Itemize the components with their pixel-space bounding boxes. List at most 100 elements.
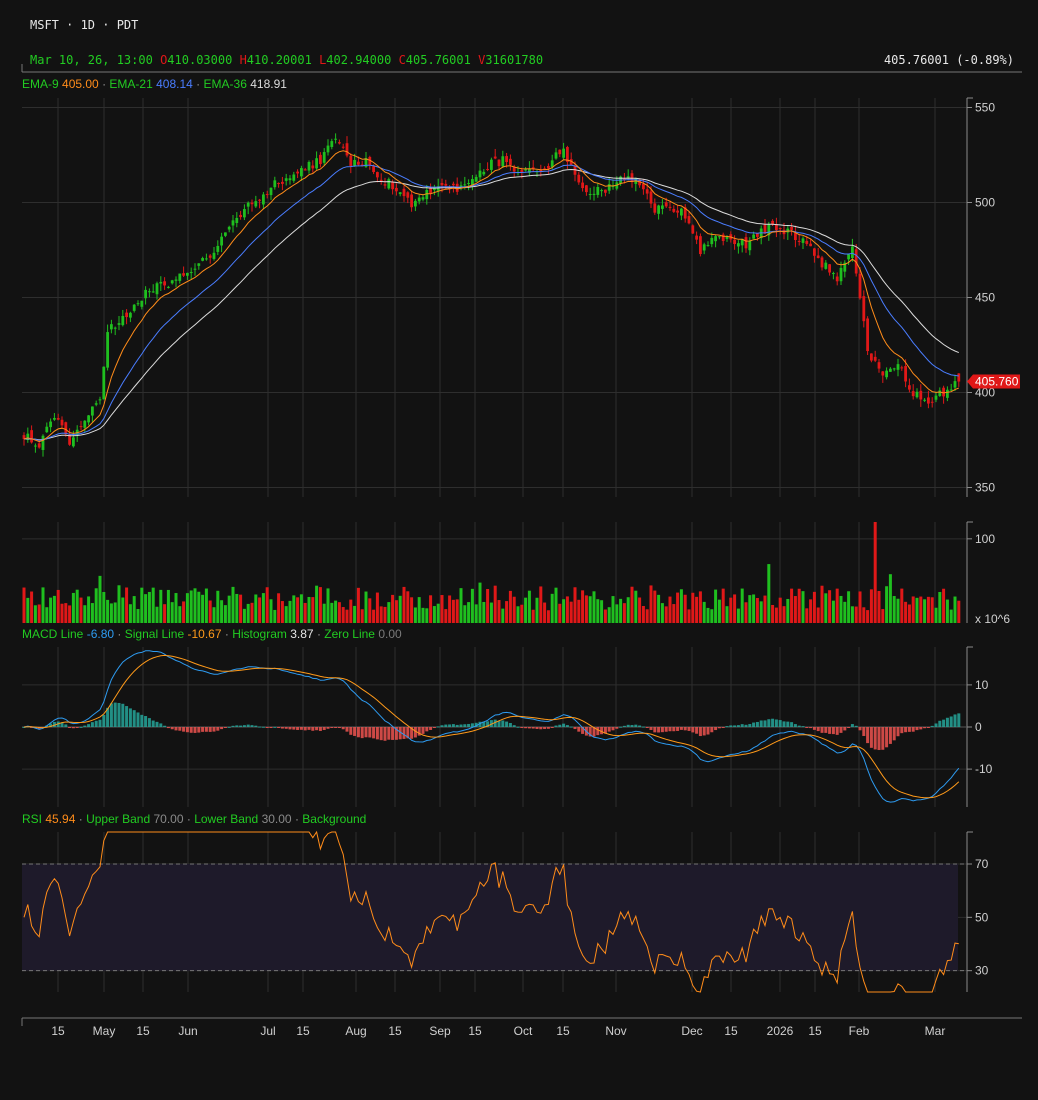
macd-histogram-bar	[292, 727, 296, 730]
volume-bar	[151, 587, 155, 623]
candle-body	[778, 227, 782, 229]
last-price-tag-label: 405.760	[975, 375, 1019, 389]
macd-histogram-bar	[140, 714, 144, 727]
volume-bar	[926, 596, 930, 623]
volume-bar	[942, 588, 946, 623]
macd-histogram-bar	[280, 727, 284, 729]
volume-bar	[242, 608, 246, 623]
volume-bar	[725, 606, 729, 623]
volume-bar	[220, 600, 224, 623]
volume-bar	[315, 585, 319, 623]
volume-bar	[280, 601, 284, 623]
candle-body	[934, 395, 938, 400]
volume-bar	[596, 599, 600, 623]
macd-histogram-bar	[919, 727, 923, 730]
volume-bar	[831, 600, 835, 623]
volume-bar	[664, 606, 668, 623]
x-axis-tick-label: Dec	[681, 1024, 702, 1038]
macd-histogram-bar	[235, 725, 239, 727]
candle-body	[102, 366, 106, 400]
volume-bar	[246, 603, 250, 623]
macd-histogram-bar	[649, 727, 653, 730]
volume-bar	[630, 586, 634, 623]
volume-bar	[368, 598, 372, 623]
volume-bar	[140, 587, 144, 623]
volume-bar	[117, 585, 121, 623]
macd-histogram-bar	[653, 727, 657, 733]
volume-bar	[679, 589, 683, 623]
candle-body	[824, 262, 828, 269]
volume-bar	[607, 607, 611, 623]
macd-histogram-bar	[250, 725, 254, 727]
candle-body	[801, 238, 805, 243]
macd-histogram-bar	[626, 724, 630, 727]
macd-histogram-bar	[672, 727, 676, 732]
candle-body	[444, 183, 448, 186]
macd-histogram-bar	[201, 727, 205, 732]
candle-body	[661, 205, 664, 209]
macd-histogram-bar	[782, 721, 786, 727]
macd-histogram-bar	[942, 719, 946, 727]
macd-histogram-bar	[356, 727, 360, 738]
candle-body	[953, 381, 957, 388]
candle-body	[372, 166, 375, 173]
macd-histogram-bar	[828, 727, 832, 734]
candle-body	[486, 168, 489, 170]
rsi-axis-tick-label: 70	[975, 857, 989, 871]
candle-body	[930, 401, 934, 403]
macd-histogram-bar	[854, 725, 858, 727]
macd-histogram-bar	[774, 719, 778, 727]
volume-bar	[915, 597, 919, 623]
candle-body	[478, 170, 482, 178]
candle-body	[34, 445, 37, 447]
candle-body	[687, 216, 691, 224]
macd-histogram-bar	[432, 727, 436, 729]
volume-bar	[911, 596, 915, 623]
candle-body	[790, 227, 793, 230]
macd-histogram-bar	[387, 727, 391, 740]
stock-chart[interactable]: 350400450500550100x 10^6-1001030507015 Ma…	[0, 0, 1038, 1100]
volume-bar	[311, 597, 315, 623]
volume-bar	[60, 603, 64, 623]
volume-bar	[33, 605, 37, 623]
macd-histogram-bar	[212, 727, 216, 732]
candle-body	[630, 173, 634, 182]
volume-bar	[584, 595, 588, 623]
volume-bar	[417, 597, 421, 623]
candle-body	[345, 143, 349, 156]
volume-bars	[22, 522, 961, 623]
macd-histogram-bar	[923, 727, 927, 729]
macd-histogram-bar	[147, 718, 151, 727]
candle-body	[262, 194, 265, 205]
volume-bar	[957, 600, 961, 623]
candle-body	[250, 202, 254, 205]
volume-bar	[337, 602, 341, 623]
candle-body	[866, 318, 869, 352]
macd-histogram-bar	[904, 727, 908, 733]
macd-histogram-bar	[216, 727, 220, 731]
volume-bar	[543, 602, 547, 623]
candle-body	[208, 255, 212, 258]
volume-bar	[356, 587, 360, 623]
macd-histogram-bar	[90, 722, 94, 727]
macd-histogram-bar	[337, 727, 341, 728]
volume-bar	[668, 596, 672, 623]
macd-histogram-bar	[835, 727, 839, 735]
candle-body	[239, 214, 242, 218]
volume-bar	[379, 606, 383, 623]
macd-histogram-bar	[695, 727, 699, 734]
volume-bar	[261, 593, 265, 623]
candle-body	[383, 184, 387, 186]
macd-histogram-bar	[721, 727, 725, 728]
volume-bar	[763, 595, 767, 623]
candle-body	[828, 264, 831, 273]
macd-histogram-bar	[953, 714, 957, 727]
macd-histogram-bar	[790, 722, 794, 727]
candle-body	[421, 197, 425, 200]
candle-body	[706, 245, 710, 247]
candle-body	[642, 183, 645, 190]
macd-histogram-bar	[326, 727, 330, 729]
volume-bar	[949, 609, 953, 623]
candle-body	[395, 187, 398, 192]
macd-histogram-bar	[451, 724, 455, 727]
